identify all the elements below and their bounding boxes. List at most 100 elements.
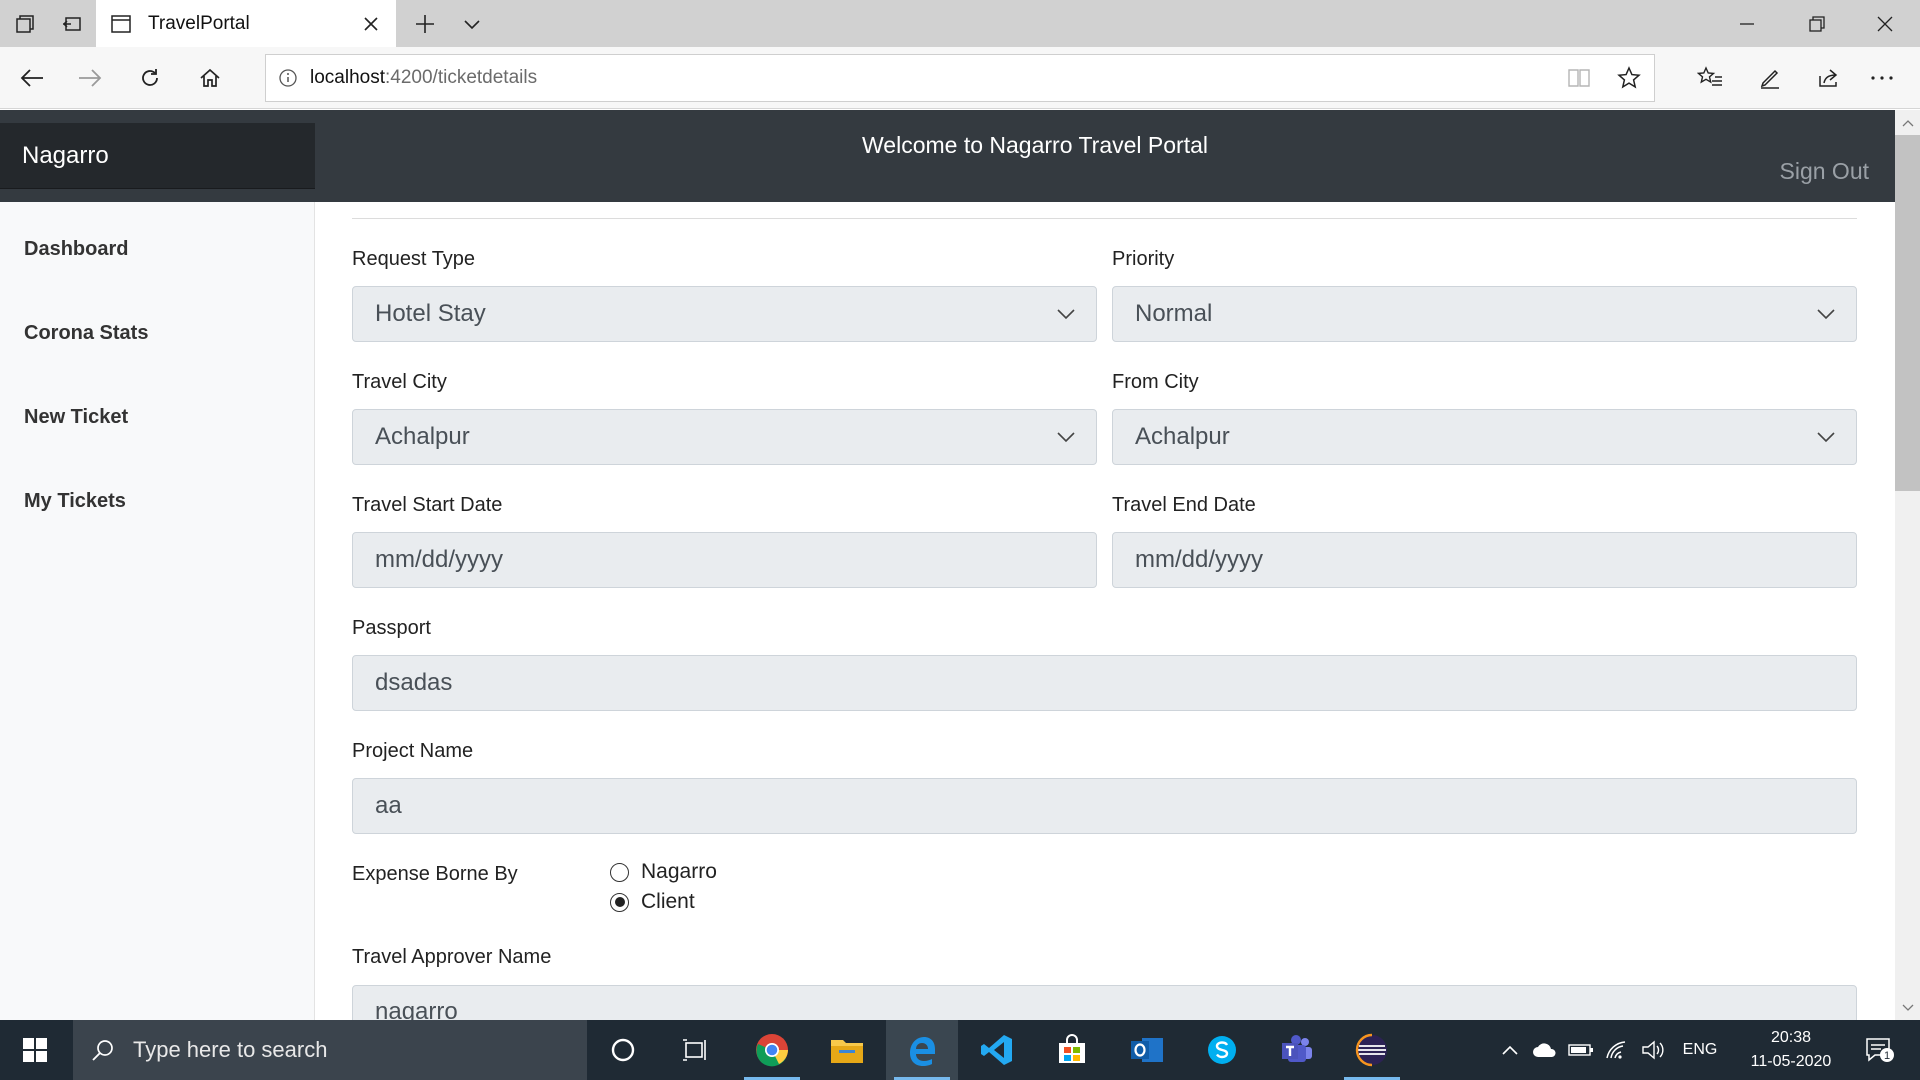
favorite-star-icon[interactable] — [1604, 56, 1654, 100]
project-name-input[interactable]: aa — [352, 778, 1857, 834]
tab-preview-chevron-down-icon[interactable] — [457, 10, 487, 38]
reading-view-icon[interactable] — [1554, 56, 1604, 100]
battery-icon[interactable] — [1566, 1020, 1596, 1080]
ticket-details-form: Request Type Hotel Stay Priority Normal … — [315, 202, 1895, 1020]
sidebar-item-new-ticket[interactable]: New Ticket — [24, 406, 128, 429]
notification-count: 1 — [1884, 1050, 1890, 1062]
from-city-value: Achalpur — [1135, 423, 1230, 450]
from-city-select[interactable]: Achalpur — [1112, 409, 1857, 465]
wifi-icon[interactable] — [1602, 1020, 1632, 1080]
close-window-icon[interactable] — [1850, 0, 1920, 47]
taskbar-search-box[interactable]: Type here to search — [73, 1020, 587, 1080]
sign-out-link[interactable]: Sign Out — [1780, 158, 1870, 185]
sidebar-item-corona-stats[interactable]: Corona Stats — [24, 322, 148, 345]
tabs-aside-icon[interactable] — [57, 10, 87, 38]
refresh-icon[interactable] — [130, 59, 170, 97]
browser-tab-bar: TravelPortal — [0, 0, 1920, 47]
action-center-notification-icon[interactable]: 1 — [1855, 1020, 1905, 1080]
project-name-value: aa — [375, 792, 402, 819]
passport-label: Passport — [352, 617, 431, 639]
travel-city-select[interactable]: Achalpur — [352, 409, 1097, 465]
request-type-select[interactable]: Hotel Stay — [352, 286, 1097, 342]
home-icon[interactable] — [190, 59, 230, 97]
end-date-placeholder: mm/dd/yyyy — [1135, 546, 1264, 573]
passport-input[interactable]: dsadas — [352, 655, 1857, 711]
scroll-down-arrow-icon[interactable] — [1895, 995, 1920, 1020]
language-indicator[interactable]: ENG — [1676, 1020, 1724, 1080]
system-clock[interactable]: 20:38 11-05-2020 — [1740, 1026, 1842, 1074]
scrollbar-thumb[interactable] — [1895, 135, 1920, 491]
task-view-icon[interactable] — [659, 1020, 731, 1080]
priority-label: Priority — [1112, 248, 1175, 270]
end-date-label: Travel End Date — [1112, 494, 1256, 516]
clock-date: 11-05-2020 — [1750, 1053, 1832, 1070]
edge-browser-icon[interactable] — [886, 1020, 958, 1080]
vs-code-icon[interactable] — [961, 1020, 1033, 1080]
brand-logo-text[interactable]: Nagarro — [0, 123, 315, 189]
close-tab-icon[interactable] — [356, 9, 386, 39]
chevron-down-icon — [1036, 286, 1096, 342]
new-tab-plus-icon[interactable] — [410, 10, 440, 38]
chevron-down-icon — [1796, 409, 1856, 465]
search-icon — [73, 1020, 133, 1080]
cortana-icon[interactable] — [587, 1020, 659, 1080]
request-type-value: Hotel Stay — [375, 300, 486, 327]
favorites-list-icon[interactable] — [1690, 59, 1730, 97]
radio-unchecked[interactable] — [610, 862, 629, 882]
approver-label: Travel Approver Name — [352, 946, 552, 968]
windows-start-icon[interactable] — [0, 1020, 70, 1080]
start-date-placeholder: mm/dd/yyyy — [375, 546, 504, 573]
sidebar: Dashboard Corona Stats New Ticket My Tic… — [0, 202, 315, 1020]
travel-city-label: Travel City — [352, 371, 447, 393]
expense-option-client[interactable]: Client — [610, 890, 695, 914]
start-date-input[interactable]: mm/dd/yyyy — [352, 532, 1097, 588]
browser-tab-active[interactable]: TravelPortal — [96, 0, 396, 47]
from-city-label: From City — [1112, 371, 1199, 393]
share-icon[interactable] — [1808, 59, 1848, 97]
site-info-icon[interactable] — [266, 56, 310, 100]
travel-city-value: Achalpur — [375, 423, 470, 450]
tab-title: TravelPortal — [148, 12, 250, 34]
back-arrow-icon[interactable] — [12, 59, 52, 97]
chrome-icon[interactable] — [736, 1020, 808, 1080]
teams-icon[interactable] — [1261, 1020, 1333, 1080]
clock-time: 20:38 — [1770, 1029, 1812, 1046]
volume-icon[interactable] — [1638, 1020, 1668, 1080]
priority-select[interactable]: Normal — [1112, 286, 1857, 342]
request-type-label: Request Type — [352, 248, 476, 270]
sidebar-item-my-tickets[interactable]: My Tickets — [24, 490, 126, 513]
sidebar-item-dashboard[interactable]: Dashboard — [24, 238, 128, 261]
file-explorer-icon[interactable] — [811, 1020, 883, 1080]
more-options-icon[interactable] — [1862, 59, 1902, 97]
forward-arrow-icon[interactable] — [70, 59, 110, 97]
welcome-title: Welcome to Nagarro Travel Portal — [862, 132, 1208, 158]
search-placeholder: Type here to search — [133, 1037, 328, 1062]
browser-nav-bar: localhost:4200/ticketdetails — [0, 47, 1920, 109]
url-text[interactable]: localhost:4200/ticketdetails — [310, 67, 1554, 89]
expense-option-nagarro[interactable]: Nagarro — [610, 860, 717, 884]
expense-option-label: Nagarro — [641, 860, 717, 883]
approver-input[interactable]: nagarro — [352, 985, 1857, 1020]
scroll-up-arrow-icon[interactable] — [1895, 110, 1920, 135]
restore-icon[interactable] — [1782, 0, 1852, 47]
onedrive-cloud-icon[interactable] — [1530, 1020, 1560, 1080]
microsoft-store-icon[interactable] — [1036, 1020, 1108, 1080]
address-bar[interactable]: localhost:4200/ticketdetails — [265, 54, 1655, 102]
eclipse-icon[interactable] — [1336, 1020, 1408, 1080]
windows-taskbar: Type here to search ENG 20:38 11-05-2020… — [0, 1020, 1920, 1080]
expense-borne-by-label: Expense Borne By — [352, 863, 518, 885]
radio-checked[interactable] — [610, 892, 629, 912]
skype-icon[interactable] — [1186, 1020, 1258, 1080]
priority-value: Normal — [1135, 300, 1213, 327]
divider — [352, 218, 1857, 219]
minimize-icon[interactable] — [1712, 0, 1782, 47]
show-hidden-icons-chevron-up-icon[interactable] — [1495, 1020, 1525, 1080]
page-icon — [110, 13, 132, 35]
outlook-icon[interactable] — [1111, 1020, 1183, 1080]
web-notes-pen-icon[interactable] — [1750, 59, 1790, 97]
end-date-input[interactable]: mm/dd/yyyy — [1112, 532, 1857, 588]
set-aside-tabs-icon[interactable] — [10, 10, 40, 38]
start-date-label: Travel Start Date — [352, 494, 503, 516]
expense-option-label: Client — [641, 890, 695, 913]
chevron-down-icon — [1036, 409, 1096, 465]
